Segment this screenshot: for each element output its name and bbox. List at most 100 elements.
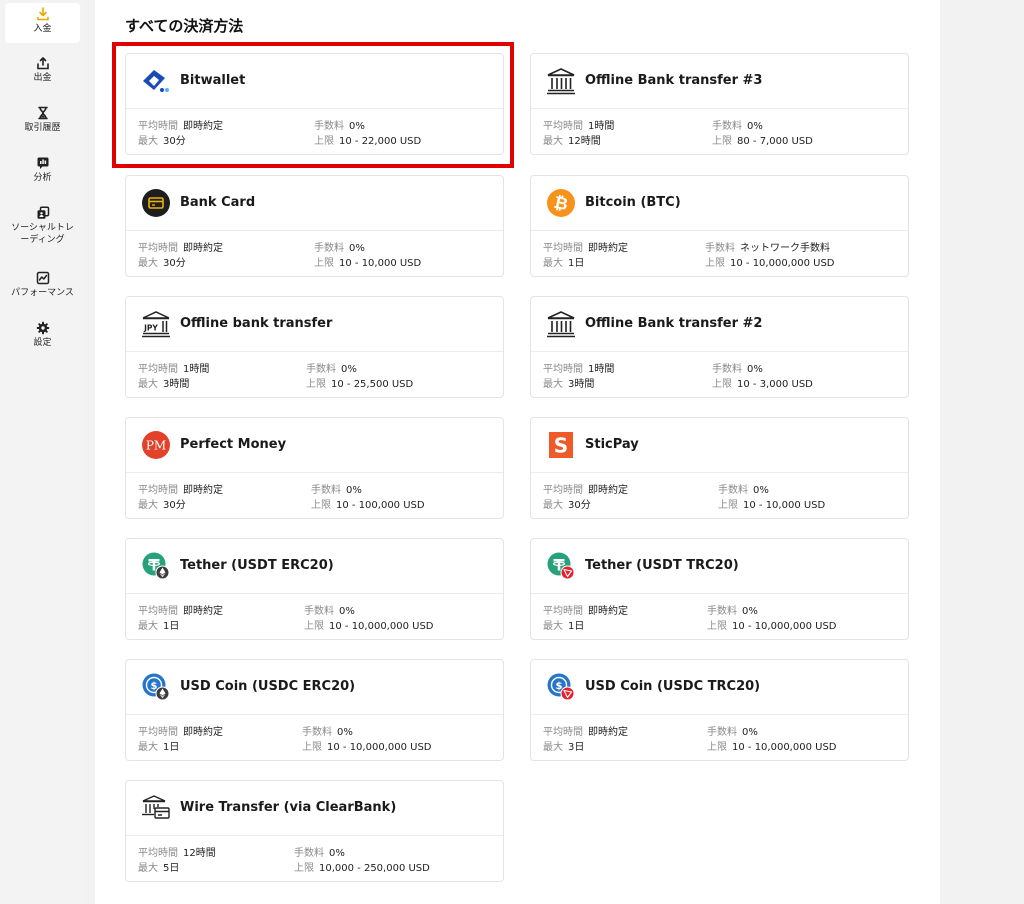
fee-row: 手数料 0% [718,484,769,497]
svg-text:S: S [554,434,568,458]
avg-time-value: 即時約定 [588,606,628,617]
fee-label: 手数料 [311,485,341,496]
card-header: JPY Offline bank transfer [126,297,503,352]
method-name: Bitcoin (BTC) [585,195,681,210]
limit-row: 上限 80 - 7,000 USD [712,135,813,148]
limit-label: 上限 [707,742,727,753]
limit-value: 10 - 10,000,000 USD [329,621,434,632]
limit-label: 上限 [304,621,324,632]
limit-label: 上限 [314,136,334,147]
avg-time-value: 即時約定 [183,727,223,738]
fee-row: 手数料 0% [314,242,365,255]
sidebar-item-label: 取引履歴 [24,123,61,133]
payment-method-tether-trc20[interactable]: Tether (USDT TRC20) 平均時間 即時約定 最大 1日 手数料 0% … [530,538,909,640]
sidebar-item-label: ソーシャルトレーディング [11,223,74,245]
fee-label: 手数料 [712,364,742,375]
avg-time-label: 平均時間 [543,727,583,738]
sidebar-item-history[interactable]: 取引履歴 [5,106,80,134]
fee-row: 手数料 0% [302,726,353,739]
fee-row: 手数料 0% [304,605,355,618]
analytics-icon [37,157,48,169]
method-name: Offline Bank transfer #2 [585,316,763,331]
payment-method-tether-erc20[interactable]: Tether (USDT ERC20) 平均時間 即時約定 最大 1日 手数料 0% … [125,538,504,640]
svg-text:JPY: JPY [143,324,158,333]
fee-value: 0% [349,243,365,254]
payment-method-offline-bank-3[interactable]: Offline Bank transfer #3 平均時間 1時間 最大 12時間 … [530,53,909,155]
max-time-row: 最大 1日 [138,741,179,754]
card-header: Bitwallet [126,54,503,109]
payment-method-wire-transfer[interactable]: Wire Transfer (via ClearBank) 平均時間 12時間 最… [125,780,504,882]
sidebar-item-social-trading[interactable]: ソーシャルトレーディング [5,206,80,246]
max-label: 最大 [138,742,158,753]
sidebar-item-settings[interactable]: 設定 [5,321,80,349]
payment-method-usdc-erc20[interactable]: $ USD Coin (USDC ERC20) 平均時間 即時約定 最大 1日 手数… [125,659,504,761]
fee-row: 手数料 0% [712,363,763,376]
max-label: 最大 [138,863,158,874]
method-name: Tether (USDT ERC20) [180,558,334,573]
method-name: Perfect Money [180,437,287,452]
max-time-row: 最大 30分 [138,499,186,512]
tether-erc20-icon [142,552,170,580]
card-header: ₿ Bitcoin (BTC) [531,176,908,231]
fee-row: 手数料 0% [707,605,758,618]
max-value: 30分 [163,500,186,511]
limit-label: 上限 [707,621,727,632]
payment-method-perfect-money[interactable]: PM Perfect Money 平均時間 即時約定 最大 30分 手数料 0% 上限… [125,417,504,519]
limit-row: 上限 10 - 10,000,000 USD [705,257,835,270]
sidebar-item-label: 入金 [33,24,52,34]
usdc-erc20-icon: $ [142,673,170,701]
payment-method-sticpay[interactable]: S SticPay 平均時間 即時約定 最大 30分 手数料 0% 上限 10 - 10… [530,417,909,519]
avg-time-label: 平均時間 [543,364,583,375]
card-header: Tether (USDT TRC20) [531,539,908,594]
fee-label: 手数料 [314,121,344,132]
payment-method-bitcoin[interactable]: ₿ Bitcoin (BTC) 平均時間 即時約定 最大 1日 手数料 ネットワーク手… [530,175,909,277]
avg-time-row: 平均時間 1時間 [138,363,209,376]
payment-method-bank-card[interactable]: Bank Card 平均時間 即時約定 最大 30分 手数料 0% 上限 10 - 10… [125,175,504,277]
hourglass-icon [37,106,48,120]
avg-time-label: 平均時間 [543,606,583,617]
limit-row: 上限 10 - 10,000,000 USD [707,620,837,633]
limit-value: 80 - 7,000 USD [737,136,813,147]
max-time-row: 最大 3日 [543,741,584,754]
avg-time-value: 即時約定 [588,243,628,254]
avg-time-label: 平均時間 [543,485,583,496]
payment-method-offline-bank[interactable]: JPY Offline bank transfer 平均時間 1時間 最大 3時間 … [125,296,504,398]
limit-value: 10,000 - 250,000 USD [319,863,430,874]
avg-time-value: 即時約定 [183,243,223,254]
sidebar-item-label: 出金 [33,73,52,83]
wire-transfer-icon [142,795,170,819]
usdc-trc20-icon: $ [547,673,575,701]
sidebar-item-performance[interactable]: パフォーマンス [5,271,80,299]
max-label: 最大 [543,500,563,511]
max-time-row: 最大 3時間 [543,378,594,391]
performance-icon [36,271,49,285]
max-value: 30分 [568,500,591,511]
avg-time-value: 12時間 [183,848,216,859]
card-header: Wire Transfer (via ClearBank) [126,781,503,836]
sidebar-item-withdraw[interactable]: 出金 [5,56,80,84]
avg-time-row: 平均時間 1時間 [543,363,614,376]
fee-label: 手数料 [314,243,344,254]
avg-time-label: 平均時間 [138,243,178,254]
sidebar-item-label: パフォーマンス [11,288,74,298]
payment-method-bitwallet[interactable]: Bitwallet 平均時間 即時約定 最大 30分 手数料 0% 上限 10 - 22… [125,53,504,155]
payment-method-offline-bank-2[interactable]: Offline Bank transfer #2 平均時間 1時間 最大 3時間 手… [530,296,909,398]
limit-value: 10 - 22,000 USD [339,136,422,147]
limit-row: 上限 10 - 10,000 USD [314,257,421,270]
limit-value: 10 - 10,000 USD [743,500,826,511]
payment-method-usdc-trc20[interactable]: $ USD Coin (USDC TRC20) 平均時間 即時約定 最大 3日 手数… [530,659,909,761]
fee-label: 手数料 [705,243,735,254]
fee-value: 0% [341,364,357,375]
max-value: 3時間 [568,379,595,390]
avg-time-row: 平均時間 即時約定 [138,605,223,618]
avg-time-label: 平均時間 [138,485,178,496]
avg-time-row: 平均時間 即時約定 [138,484,223,497]
bank-icon [547,311,575,338]
page-title: すべての決済方法 [125,17,244,35]
max-value: 5日 [163,863,180,874]
sidebar-item-analytics[interactable]: 分析 [5,156,80,184]
avg-time-row: 平均時間 即時約定 [543,242,628,255]
avg-time-label: 平均時間 [543,121,583,132]
sticpay-icon: S [549,432,573,458]
sidebar-item-deposit[interactable]: 入金 [5,3,80,43]
